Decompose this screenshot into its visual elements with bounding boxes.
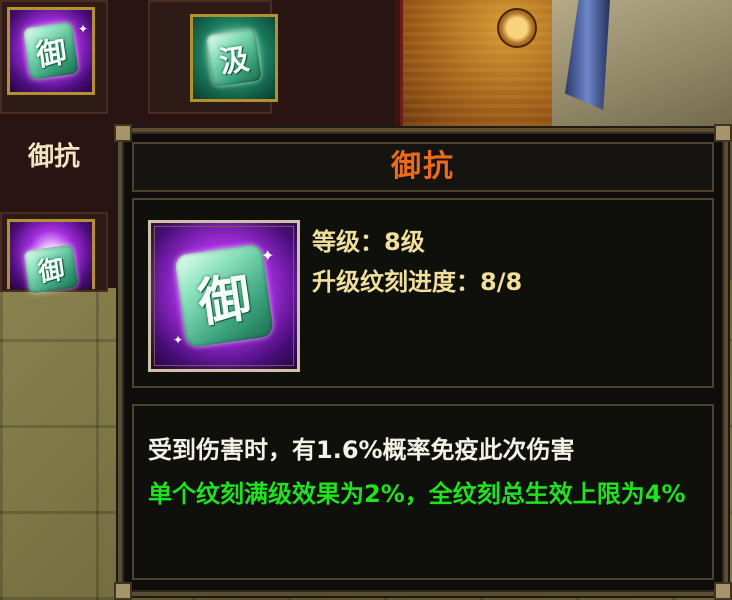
chest-stud (497, 8, 537, 48)
item-tooltip: 御抗 御 ✦ ✦ 等级：8级 升级纹刻进度：8/8 受到伤害时，有1.6%概率免… (114, 124, 732, 600)
engraving-icon-ji: 汲 (190, 14, 278, 102)
engraving-icon-partial: 御 (7, 219, 95, 294)
level-text: 等级：8级 (312, 228, 425, 256)
slot-label-yukang: 御抗 (27, 142, 80, 172)
jade-tablet-icon: 御 (23, 244, 79, 294)
sparkle-icon: ✦ (173, 333, 184, 347)
tooltip-title: 御抗 (132, 142, 714, 192)
engraving-icon-yukang: 御 ✦ (7, 7, 95, 95)
tooltip-description-panel: 受到伤害时，有1.6%概率免疫此次伤害 单个纹刻满级效果为2%，全纹刻总生效上限… (132, 404, 714, 580)
effect-bonus-text: 单个纹刻满级效果为2%，全纹刻总生效上限为4% (148, 480, 686, 508)
tooltip-corner-ornament (114, 582, 132, 600)
inventory-slot-2[interactable]: 汲 (148, 0, 278, 114)
effect-description: 受到伤害时，有1.6%概率免疫此次伤害 (148, 436, 575, 464)
tooltip-corner-ornament (714, 124, 732, 142)
inventory-slot-3[interactable]: 御 (0, 212, 108, 294)
tooltip-corner-ornament (714, 582, 732, 600)
engraving-large-icon: 御 ✦ ✦ (148, 220, 300, 372)
upgrade-progress-text: 升级纹刻进度：8/8 (312, 268, 523, 296)
sparkle-icon: ✦ (78, 22, 89, 36)
jade-tablet-icon: 御 (22, 21, 80, 81)
tooltip-corner-ornament (114, 124, 132, 142)
sparkle-icon: ✦ (261, 246, 275, 265)
jade-tablet-icon: 汲 (205, 28, 263, 88)
tooltip-info-panel: 御 ✦ ✦ 等级：8级 升级纹刻进度：8/8 (132, 198, 714, 388)
wooden-chest (402, 0, 556, 135)
jade-tablet-icon: 御 (174, 243, 274, 349)
inventory-slot-1[interactable]: 御 ✦ (0, 0, 108, 114)
